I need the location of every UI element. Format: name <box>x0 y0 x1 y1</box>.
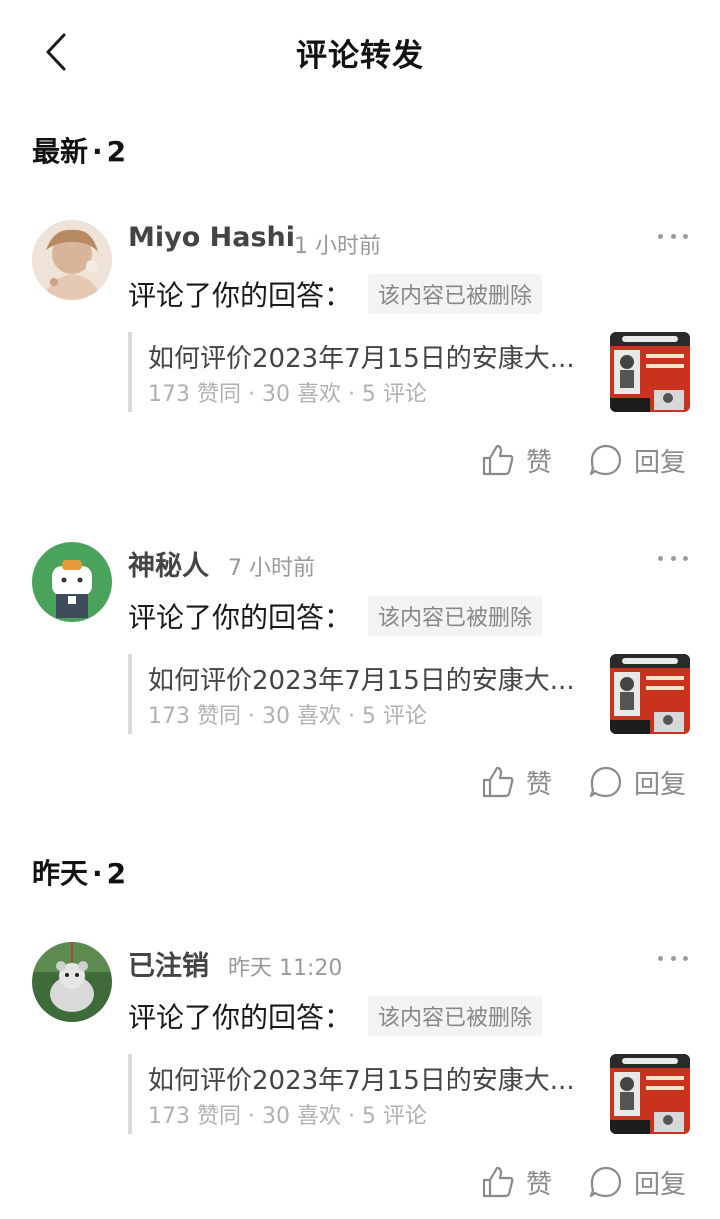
quote-meta: 173 赞同 · 30 喜欢 · 5 评论 <box>148 704 427 729</box>
section-separator: · <box>92 857 103 890</box>
more-options-button[interactable] <box>658 548 688 568</box>
quote-bar <box>128 1054 132 1134</box>
thumbs-up-icon <box>482 1166 514 1198</box>
quote-bar <box>128 654 132 734</box>
more-dots-icon <box>670 233 676 239</box>
action-text: 评论了你的回答： <box>128 601 353 634</box>
reply-button[interactable]: 回复 <box>588 1162 686 1202</box>
thumbs-up-icon <box>482 444 514 476</box>
quote-title: 如何评价2023年7月15日的安康大... <box>148 1066 575 1096</box>
like-button[interactable]: 赞 <box>480 1162 552 1202</box>
like-button[interactable]: 赞 <box>480 762 552 802</box>
deleted-content-tag[interactable]: 该内容已被删除 <box>368 274 543 314</box>
answer-thumbnail <box>610 332 690 412</box>
quote-title: 如何评价2023年7月15日的安康大... <box>148 344 575 374</box>
top-bar: 评论转发 <box>0 0 720 100</box>
like-label: 赞 <box>526 1169 553 1200</box>
more-options-button[interactable] <box>658 226 688 246</box>
quote-meta: 173 赞同 · 30 喜欢 · 5 评论 <box>148 1104 427 1129</box>
notification-item[interactable]: 已注销 昨天 11:20 评论了你的回答： 该内容已被删除 如何评价2023年7… <box>0 942 720 1219</box>
timestamp: 7 小时前 <box>228 556 315 581</box>
reply-button[interactable]: 回复 <box>588 440 686 480</box>
action-line: 评论了你的回答： 该内容已被删除 <box>128 596 543 636</box>
more-dots-icon <box>683 955 688 961</box>
thumbs-up-icon <box>482 766 514 798</box>
notification-item[interactable]: Miyo Hashi 1 小时前 评论了你的回答： 该内容已被删除 如何评价20… <box>0 220 720 500</box>
chat-bubble-icon <box>589 1166 622 1198</box>
avatar[interactable] <box>32 942 112 1022</box>
section-separator: · <box>92 135 103 168</box>
more-dots-icon <box>683 233 688 239</box>
action-text: 评论了你的回答： <box>128 279 353 312</box>
page-title: 评论转发 <box>296 38 424 74</box>
more-dots-icon <box>670 955 676 961</box>
quoted-answer[interactable]: 如何评价2023年7月15日的安康大... 173 赞同 · 30 喜欢 · 5… <box>128 332 690 414</box>
quote-meta: 173 赞同 · 30 喜欢 · 5 评论 <box>148 382 427 407</box>
deleted-content-tag[interactable]: 该内容已被删除 <box>368 596 543 636</box>
quoted-answer[interactable]: 如何评价2023年7月15日的安康大... 173 赞同 · 30 喜欢 · 5… <box>128 1054 690 1136</box>
section-label: 最新 <box>32 135 89 168</box>
like-label: 赞 <box>526 769 553 800</box>
more-dots-icon <box>683 555 688 561</box>
answer-thumbnail <box>610 654 690 734</box>
timestamp: 昨天 11:20 <box>228 956 343 981</box>
more-dots-icon <box>658 555 663 561</box>
quote-title: 如何评价2023年7月15日的安康大... <box>148 666 575 696</box>
timestamp: 1 小时前 <box>294 234 381 259</box>
quoted-answer[interactable]: 如何评价2023年7月15日的安康大... 173 赞同 · 30 喜欢 · 5… <box>128 654 690 736</box>
more-dots-icon <box>670 555 676 561</box>
chat-bubble-icon <box>589 444 622 476</box>
deleted-content-tag[interactable]: 该内容已被删除 <box>368 996 543 1036</box>
quote-bar <box>128 332 132 412</box>
section-header-yesterday: 昨天 · 2 <box>32 852 126 892</box>
reply-label: 回复 <box>634 1169 687 1200</box>
answer-thumbnail <box>610 1054 690 1134</box>
section-label: 昨天 <box>32 857 89 890</box>
action-text: 评论了你的回答： <box>128 1001 353 1034</box>
section-header-latest: 最新 · 2 <box>32 130 126 170</box>
username[interactable]: 已注销 <box>128 944 209 983</box>
username[interactable]: Miyo Hashi <box>128 222 295 253</box>
more-options-button[interactable] <box>658 948 688 968</box>
section-count: 2 <box>106 135 127 168</box>
like-label: 赞 <box>526 447 553 478</box>
avatar[interactable] <box>32 220 112 300</box>
reply-label: 回复 <box>634 769 687 800</box>
section-count: 2 <box>106 857 127 890</box>
reply-button[interactable]: 回复 <box>588 762 686 802</box>
avatar[interactable] <box>32 542 112 622</box>
like-button[interactable]: 赞 <box>480 440 552 480</box>
action-line: 评论了你的回答： 该内容已被删除 <box>128 274 543 314</box>
more-dots-icon <box>658 233 663 239</box>
notification-item[interactable]: 神秘人 7 小时前 评论了你的回答： 该内容已被删除 如何评价2023年7月15… <box>0 542 720 822</box>
username[interactable]: 神秘人 <box>128 544 209 583</box>
reply-label: 回复 <box>634 447 687 478</box>
chat-bubble-icon <box>589 766 622 798</box>
action-line: 评论了你的回答： 该内容已被删除 <box>128 996 543 1036</box>
more-dots-icon <box>658 955 663 961</box>
